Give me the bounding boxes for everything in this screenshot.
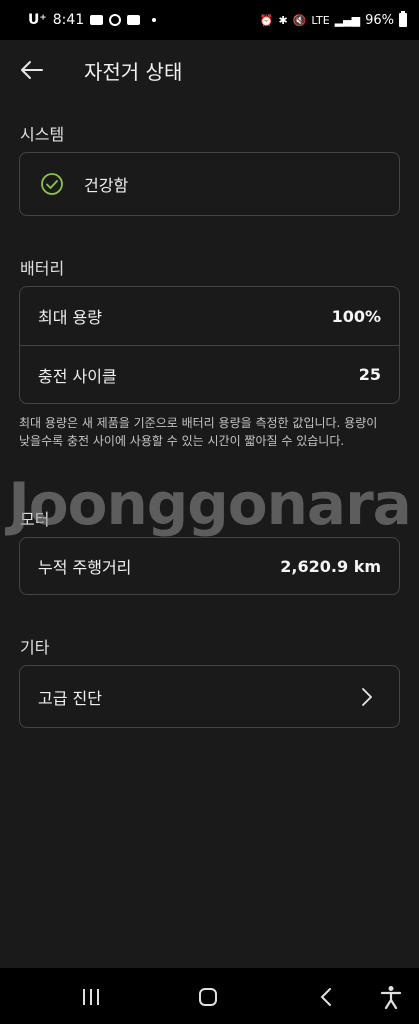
check-circle-icon [41,173,63,195]
youtube-icon [127,15,141,25]
max-capacity-label: 최대 용량 [38,308,102,327]
back-chevron-icon [320,988,331,1006]
watermark-logo: Joonggonara [8,470,412,538]
alarm-icon: ⏰ [259,13,274,27]
max-capacity-row: 최대 용량 100% [20,287,399,345]
charge-cycle-label: 충전 사이클 [38,366,117,386]
chevron-right-icon [362,687,372,706]
system-card: 건강함 [19,152,400,216]
system-status-text: 건강함 [84,176,129,195]
page-title: 자전거 상태 [84,60,183,84]
recent-apps-button[interactable] [76,982,106,1012]
youtube-icon [90,15,104,25]
accessibility-button[interactable] [376,982,406,1012]
home-icon [199,988,217,1006]
advanced-diagnostics-row[interactable]: 고급 진단 [20,666,399,727]
status-bar: U⁺ 8:41 ⏰ ✱ 🔇 LTE ▂▄▆ 96% [0,0,419,40]
home-button[interactable] [193,982,223,1012]
battery-card: 최대 용량 100% 충전 사이클 25 [19,286,400,404]
battery-percent: 96% [365,12,394,28]
advanced-diagnostics-label: 고급 진단 [38,688,102,708]
odometer-value: 2,620.9 km [280,556,381,576]
charge-cycle-row: 충전 사이클 25 [20,345,399,403]
odometer-row: 누적 주행거리 2,620.9 km [20,538,399,594]
battery-icon [399,11,407,27]
motor-card: 누적 주행거리 2,620.9 km [19,537,400,595]
back-arrow-icon [21,61,43,79]
battery-note: 최대 용량은 새 제품을 기준으로 배터리 용량을 측정한 값입니다. 용량이 … [19,416,378,448]
system-status-row: 건강함 [20,153,399,215]
motor-section-label: 모터 [20,510,50,529]
mute-icon: 🔇 [292,13,307,27]
charge-cycle-value: 25 [358,365,381,384]
max-capacity-value: 100% [331,306,381,326]
odometer-label: 누적 주행거리 [38,558,132,577]
clock: 8:41 [52,12,85,28]
signal-icon: ▂▄▆ [334,13,361,27]
bluetooth-icon: ✱ [278,13,288,27]
other-section-label: 기타 [20,638,50,657]
recent-apps-icon [83,989,99,1005]
app-notification-icon [109,14,122,26]
accessibility-icon [380,986,402,1009]
other-card: 고급 진단 [19,665,400,728]
network-type-label: LTE [311,13,330,27]
battery-section-label: 배터리 [20,259,65,278]
more-notifications-icon [152,18,157,22]
back-button[interactable] [14,54,50,86]
back-nav-button[interactable] [311,982,341,1012]
carrier-label: U⁺ [28,12,47,28]
navigation-bar [0,968,419,1024]
app-header: 자전거 상태 [0,40,419,100]
system-section-label: 시스템 [20,125,65,144]
